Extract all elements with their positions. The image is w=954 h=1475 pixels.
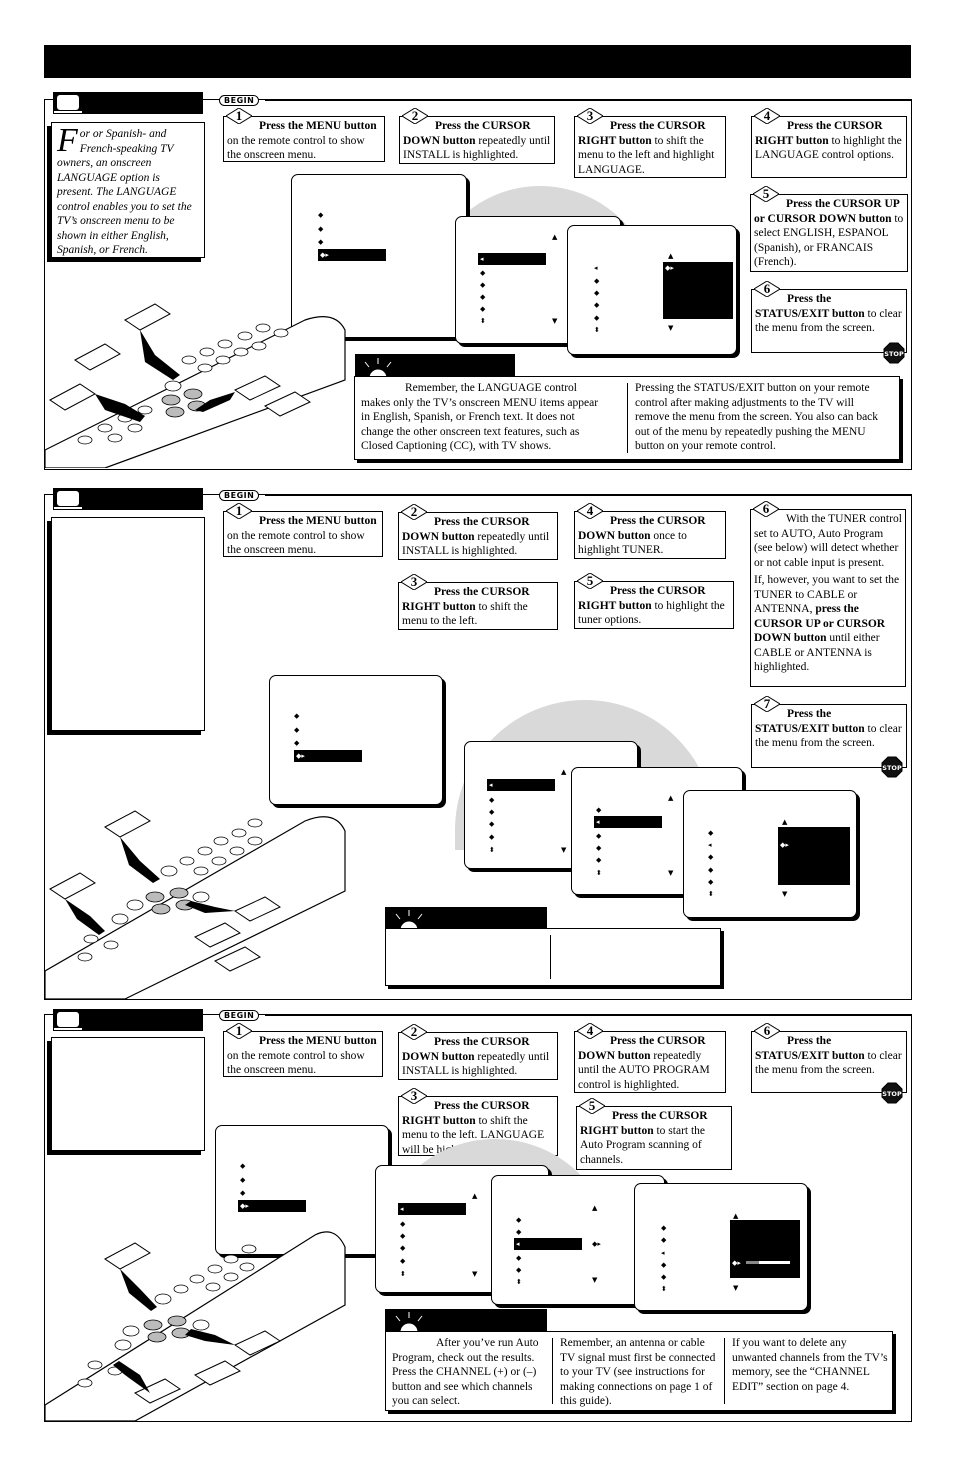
section-title-bar bbox=[53, 1009, 203, 1031]
remote-control-illustration bbox=[45, 303, 346, 468]
begin-badge: BEGIN bbox=[219, 1010, 260, 1021]
section-title-bar bbox=[53, 488, 203, 510]
step-2: 2 Press the CURSOR DOWN button repeatedl… bbox=[398, 504, 558, 560]
stop-sign-icon: STOP bbox=[881, 756, 903, 778]
svg-text:STOP: STOP bbox=[882, 764, 902, 772]
step-4: 4 Press the CURSOR DOWN button once to h… bbox=[574, 503, 726, 559]
step-5: 5 Press the CURSOR RIGHT button to start… bbox=[576, 1098, 732, 1170]
step-3: 3 Press the CURSOR RIGHT button to shift… bbox=[398, 574, 558, 630]
intro-text-box bbox=[51, 517, 205, 731]
step-2: 2 Press the CURSOR DOWN button repeatedl… bbox=[399, 108, 555, 164]
scan-progress-bar bbox=[746, 1261, 790, 1264]
remote-control-illustration bbox=[45, 810, 346, 999]
onscreen-menu-main: ◆ ◆ ◆ ◆▸ bbox=[269, 675, 443, 805]
tip-box: After you’ve run Auto Program, check out… bbox=[385, 1331, 893, 1411]
step-6: 6 With the TUNER control set to AUTO, Au… bbox=[750, 501, 906, 687]
intro-text: For or Spanish- and French-speaking TV o… bbox=[51, 122, 205, 258]
onscreen-menu-language: ▲ ◂ ◆ ◆ ◆ ◆ ⬍ ◆▸ ▼ bbox=[567, 225, 737, 355]
tv-icon bbox=[56, 490, 80, 507]
section-auto-program: BEGIN 1 Press the MENU button on the rem… bbox=[44, 1009, 912, 1422]
stop-sign-icon: STOP bbox=[881, 1082, 903, 1104]
step-2: 2 Press the CURSOR DOWN button repeatedl… bbox=[398, 1024, 558, 1080]
step-5: 5 Press the CURSOR UP or CURSOR DOWN but… bbox=[750, 186, 908, 272]
section-title-bar bbox=[53, 92, 203, 114]
tip-text: If you want to delete any unwanted chann… bbox=[732, 1337, 888, 1393]
tip-box bbox=[385, 928, 721, 986]
step-1: 1 Press the MENU button on the remote co… bbox=[223, 503, 383, 557]
step-4: 4 Press the CURSOR RIGHT button to highl… bbox=[751, 108, 907, 178]
begin-badge: BEGIN bbox=[219, 490, 260, 501]
step-4: 4 Press the CURSOR DOWN button repeatedl… bbox=[574, 1023, 726, 1093]
step-3: 3 Press the CURSOR RIGHT button to shift… bbox=[574, 108, 726, 178]
svg-text:STOP: STOP bbox=[884, 350, 904, 358]
intro-text-box bbox=[51, 1037, 205, 1151]
tip-text: After you’ve run Auto Program, check out… bbox=[392, 1337, 539, 1407]
begin-badge: BEGIN bbox=[219, 95, 260, 106]
language-options-highlight: ◆▸ bbox=[663, 262, 733, 319]
step-5: 5 Press the CURSOR RIGHT button to highl… bbox=[574, 573, 734, 629]
page-header-bar bbox=[44, 45, 911, 78]
section-language: BEGIN For or Spanish- and French-speakin… bbox=[44, 92, 912, 470]
scan-progress-fill bbox=[746, 1261, 760, 1264]
scan-panel: ◆▸ bbox=[730, 1220, 800, 1278]
remote-control-illustration bbox=[45, 1231, 346, 1421]
svg-text:STOP: STOP bbox=[882, 1090, 902, 1098]
tv-icon bbox=[56, 1011, 80, 1028]
section-tuner: BEGIN 1 Press the MENU button on the rem… bbox=[44, 488, 912, 1000]
onscreen-menu-tuner-options: ▲ ◆ ◂ ◆ ◆ ◆ ⬍ ◆▸ ▼ bbox=[683, 790, 857, 918]
step-1: 1 Press the MENU button on the remote co… bbox=[223, 108, 385, 162]
stop-sign-icon: STOP bbox=[883, 342, 905, 364]
tip-text: Remember, the LANGUAGE control makes onl… bbox=[361, 382, 599, 452]
tip-text: Remember, an antenna or cable TV signal … bbox=[560, 1337, 716, 1407]
tv-icon bbox=[56, 94, 80, 111]
tip-text: Pressing the STATUS/EXIT button on your … bbox=[635, 382, 879, 452]
step-1: 1 Press the MENU button on the remote co… bbox=[223, 1023, 383, 1077]
tip-box: Remember, the LANGUAGE control makes onl… bbox=[354, 376, 900, 460]
onscreen-menu-scanning: ▲ ◆ ◆ ◂ ◆ ◆ ⬍ ◆▸ ▼ bbox=[634, 1183, 808, 1311]
tuner-options-highlight: ◆▸ bbox=[778, 827, 850, 885]
